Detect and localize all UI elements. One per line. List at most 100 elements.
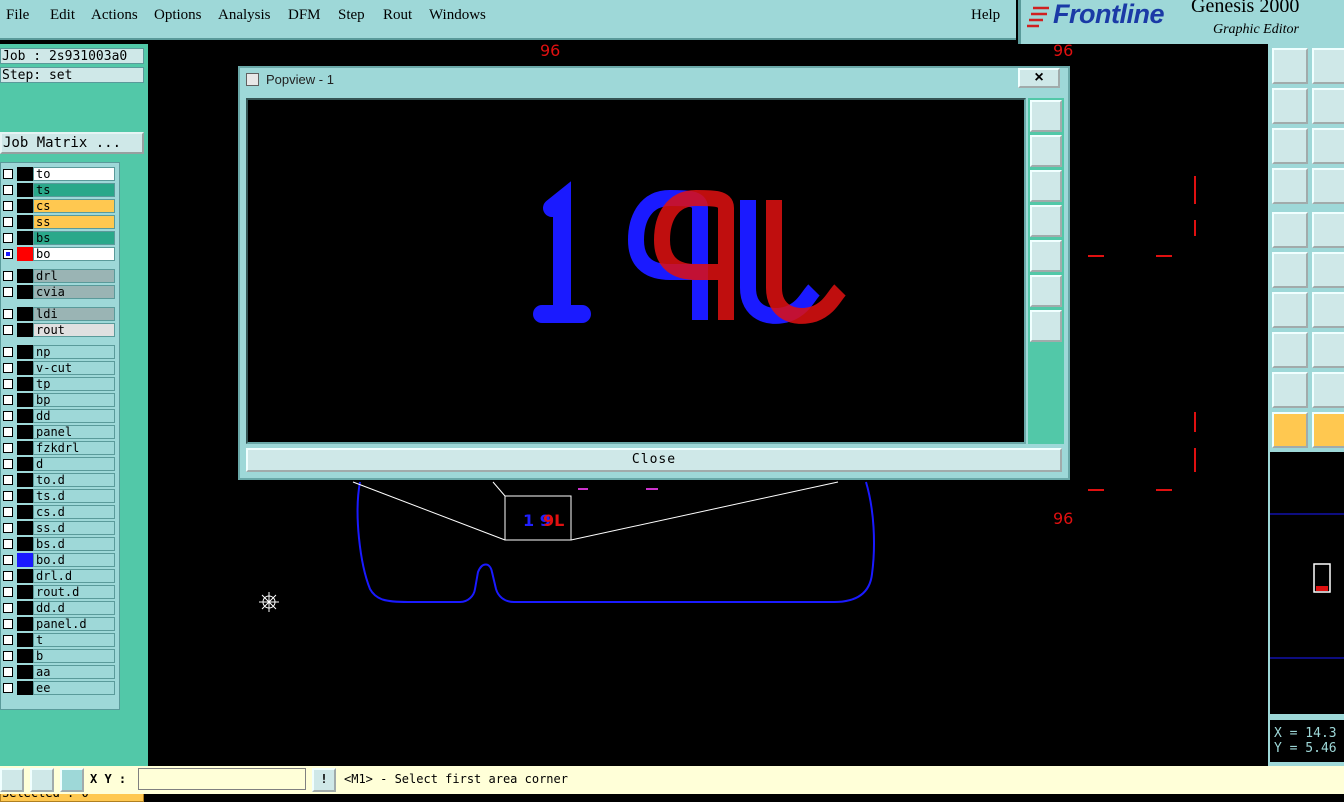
popview-zoom-in-icon[interactable] [1030, 310, 1062, 342]
layer-row-cvia[interactable]: cvia [1, 285, 117, 299]
move-pad-icon[interactable] [1272, 332, 1308, 368]
pan-down-icon[interactable] [1312, 48, 1344, 84]
snap-icon[interactable] [1312, 168, 1344, 204]
layer-row-panel[interactable]: panel [1, 425, 117, 439]
angle-mode-icon[interactable] [30, 768, 54, 792]
popview-pan-left-icon[interactable] [1030, 205, 1062, 237]
dash-icon[interactable] [1312, 332, 1344, 368]
layer-affected-indicator[interactable] [17, 633, 33, 647]
layer-affected-indicator[interactable] [17, 323, 33, 337]
layer-row-to[interactable]: to [1, 167, 117, 181]
zoom-center-icon[interactable] [1312, 128, 1344, 164]
layer-affected-indicator[interactable] [17, 393, 33, 407]
layer-row-b[interactable]: b [1, 649, 117, 663]
layer-row-cs.d[interactable]: cs.d [1, 505, 117, 519]
layer-name[interactable]: drl.d [33, 569, 115, 583]
layer-affected-indicator[interactable] [17, 269, 33, 283]
layer-name[interactable]: bs.d [33, 537, 115, 551]
layer-row-bs.d[interactable]: bs.d [1, 537, 117, 551]
add-line-icon[interactable] [1312, 212, 1344, 248]
pan-up-icon[interactable] [1272, 48, 1308, 84]
layer-row-ss.d[interactable]: ss.d [1, 521, 117, 535]
layer-row-fzkdrl[interactable]: fzkdrl [1, 441, 117, 455]
layer-name[interactable]: ts.d [33, 489, 115, 503]
menu-help[interactable]: Help [971, 7, 1000, 24]
layer-affected-indicator[interactable] [17, 617, 33, 631]
layer-name[interactable]: bp [33, 393, 115, 407]
layer-name[interactable]: ss.d [33, 521, 115, 535]
layer-checkbox[interactable] [3, 169, 13, 179]
select-area-icon[interactable] [1312, 412, 1344, 448]
layer-row-dd[interactable]: dd [1, 409, 117, 423]
layer-checkbox[interactable] [3, 603, 13, 613]
popview-pan-right-icon[interactable] [1030, 240, 1062, 272]
layer-row-bo[interactable]: bo [1, 247, 117, 261]
layer-affected-indicator[interactable] [17, 425, 33, 439]
layer-affected-indicator[interactable] [17, 537, 33, 551]
layer-name[interactable]: drl [33, 269, 115, 283]
layer-checkbox[interactable] [3, 379, 13, 389]
layer-affected-indicator[interactable] [17, 681, 33, 695]
layer-row-rout[interactable]: rout [1, 323, 117, 337]
layer-affected-indicator[interactable] [17, 601, 33, 615]
menu-actions[interactable]: Actions [91, 7, 138, 24]
layer-name[interactable]: d [33, 457, 115, 471]
layer-row-bo.d[interactable]: bo.d [1, 553, 117, 567]
popview-titlebar[interactable]: Popview - 1 × [240, 68, 1068, 92]
layer-checkbox[interactable] [3, 523, 13, 533]
layer-name[interactable]: cvia [33, 285, 115, 299]
layer-affected-indicator[interactable] [17, 247, 33, 261]
select-pointer-icon[interactable] [1272, 412, 1308, 448]
layer-affected-indicator[interactable] [17, 377, 33, 391]
layer-checkbox[interactable] [3, 363, 13, 373]
layer-row-v-cut[interactable]: v-cut [1, 361, 117, 375]
grid-icon[interactable] [60, 768, 84, 792]
layer-checkbox[interactable] [3, 185, 13, 195]
layer-row-aa[interactable]: aa [1, 665, 117, 679]
layer-affected-indicator[interactable] [17, 409, 33, 423]
layer-name[interactable]: ldi [33, 307, 115, 321]
layer-name[interactable]: panel [33, 425, 115, 439]
popview-zoom-home-icon[interactable] [1030, 100, 1062, 132]
layer-row-bs[interactable]: bs [1, 231, 117, 245]
layer-row-cs[interactable]: cs [1, 199, 117, 213]
layer-name[interactable]: bs [33, 231, 115, 245]
add-pad-icon[interactable] [1272, 212, 1308, 248]
layer-affected-indicator[interactable] [17, 505, 33, 519]
layer-checkbox[interactable] [3, 491, 13, 501]
layer-checkbox[interactable] [3, 571, 13, 581]
menu-dfm[interactable]: DFM [288, 7, 321, 24]
layer-name[interactable]: t [33, 633, 115, 647]
menu-windows[interactable]: Windows [429, 7, 486, 24]
layer-affected-indicator[interactable] [17, 489, 33, 503]
layer-checkbox[interactable] [3, 233, 13, 243]
layer-affected-indicator[interactable] [17, 553, 33, 567]
layer-affected-indicator[interactable] [17, 167, 33, 181]
layer-name[interactable]: rout.d [33, 585, 115, 599]
layer-row-panel.d[interactable]: panel.d [1, 617, 117, 631]
layer-row-ts.d[interactable]: ts.d [1, 489, 117, 503]
layer-affected-indicator[interactable] [17, 569, 33, 583]
layer-checkbox[interactable] [3, 539, 13, 549]
layer-name[interactable]: tp [33, 377, 115, 391]
layer-affected-indicator[interactable] [17, 307, 33, 321]
zoom-fit-icon[interactable] [1272, 128, 1308, 164]
layer-affected-indicator[interactable] [17, 649, 33, 663]
popview-close-x-button[interactable]: × [1018, 68, 1060, 88]
layer-name[interactable]: aa [33, 665, 115, 679]
layer-checkbox[interactable] [3, 635, 13, 645]
layer-affected-indicator[interactable] [17, 457, 33, 471]
layer-checkbox[interactable] [3, 475, 13, 485]
layer-affected-indicator[interactable] [17, 665, 33, 679]
layer-name[interactable]: v-cut [33, 361, 115, 375]
layer-row-ee[interactable]: ee [1, 681, 117, 695]
layer-row-ldi[interactable]: ldi [1, 307, 117, 321]
layer-name[interactable]: to.d [33, 473, 115, 487]
layer-row-t[interactable]: t [1, 633, 117, 647]
layer-row-dd.d[interactable]: dd.d [1, 601, 117, 615]
layer-row-drl[interactable]: drl [1, 269, 117, 283]
layer-name[interactable]: ee [33, 681, 115, 695]
layer-name[interactable]: bo [33, 247, 115, 261]
layer-affected-indicator[interactable] [17, 231, 33, 245]
menu-step[interactable]: Step [338, 7, 365, 24]
